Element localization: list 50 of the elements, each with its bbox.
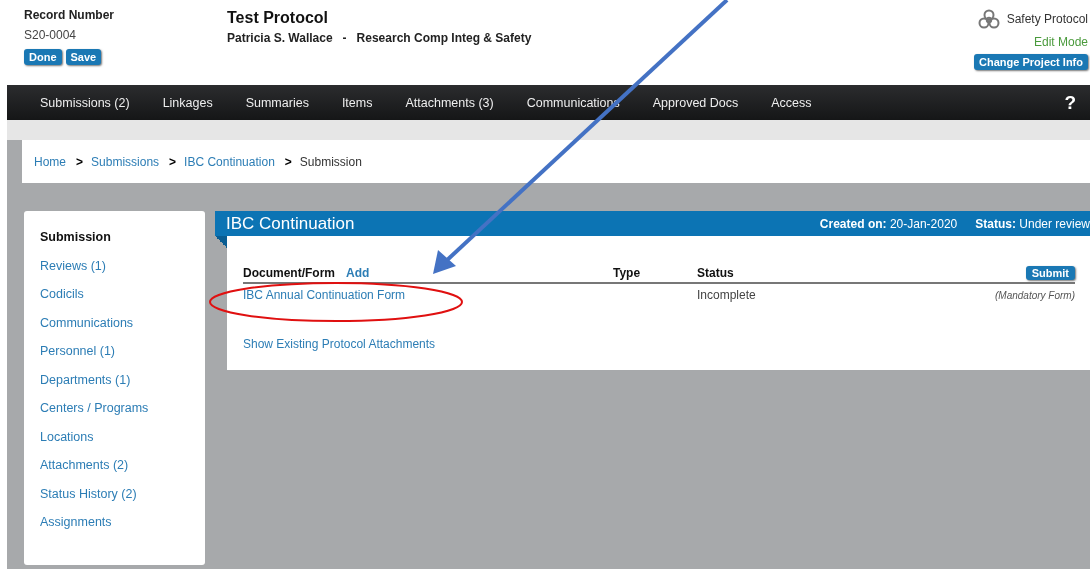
separator: - [342,31,347,45]
created-date: Created on: 20-Jan-2020 [819,216,958,231]
sidebar-item[interactable]: Status History (2) [40,486,205,501]
column-header: Document/Form [243,266,335,280]
record-number: S20-0004 [24,28,78,42]
biohazard-icon [976,8,1001,30]
sidebar-item[interactable]: Codicils [40,287,205,301]
form-link[interactable]: IBC Annual Continuation Form [243,288,406,302]
sidebar-item[interactable]: Centers / Programs [40,401,205,415]
owner-name: Patricia S. Wallace [227,31,333,45]
change-project-info-button[interactable]: Change Project Info [974,54,1088,70]
submission-status: Status: Under review [975,216,1090,231]
breadcrumb-link[interactable]: Home [34,154,66,169]
column-header: Status [697,266,734,280]
department-name: Research Comp Integ & Safety [356,31,532,45]
done-button[interactable]: Done [24,49,62,65]
help-link[interactable]: ? [1064,91,1076,114]
breadcrumb-separator: > [284,154,292,169]
submit-button[interactable]: Submit [1025,266,1075,280]
sidebar-item[interactable]: Locations [40,429,205,444]
nav-item[interactable]: Attachments (3) [405,95,494,110]
sidebar-item[interactable]: Communications [40,315,205,330]
attachments-link[interactable]: Show Existing Protocol Attachments [243,337,436,351]
sidebar-item[interactable]: Personnel (1) [40,344,205,358]
nav-item[interactable]: Submissions (2) [40,95,130,110]
breadcrumb-separator: > [76,154,84,169]
table-cell: Incomplete [697,288,756,302]
sidebar-item[interactable]: Reviews (1) [40,258,205,273]
mode-label: Edit Mode [1033,35,1088,49]
breadcrumb-link[interactable]: Submissions [91,154,160,169]
nav-item[interactable]: Approved Docs [652,95,739,110]
add-link[interactable]: Add [346,266,370,280]
sidebar-item[interactable]: Assignments [40,515,205,529]
nav-item[interactable]: Items [341,95,373,110]
nav-item[interactable]: Access [771,95,812,110]
column-header: Type [613,266,642,280]
breadcrumb-separator: > [169,154,177,169]
breadcrumb-current: Submission [299,154,362,169]
sidebar-item[interactable]: Departments (1) [40,372,205,387]
sidebar-item[interactable]: Submission [40,230,205,244]
protocol-title: Test Protocol [227,9,330,27]
project-type: Safety Protocol [1006,12,1088,26]
panel-title: IBC Continuation [226,213,356,234]
nav-item[interactable]: Summaries [245,95,309,110]
table-cell: (Mandatory Form) [995,289,1075,301]
nav-item[interactable]: Linkages [162,95,213,110]
sidebar-item[interactable]: Attachments (2) [40,458,205,472]
save-button[interactable]: Save [65,49,102,65]
breadcrumb-link[interactable]: IBC Continuation [184,154,275,169]
record-label: Record Number [24,8,116,22]
